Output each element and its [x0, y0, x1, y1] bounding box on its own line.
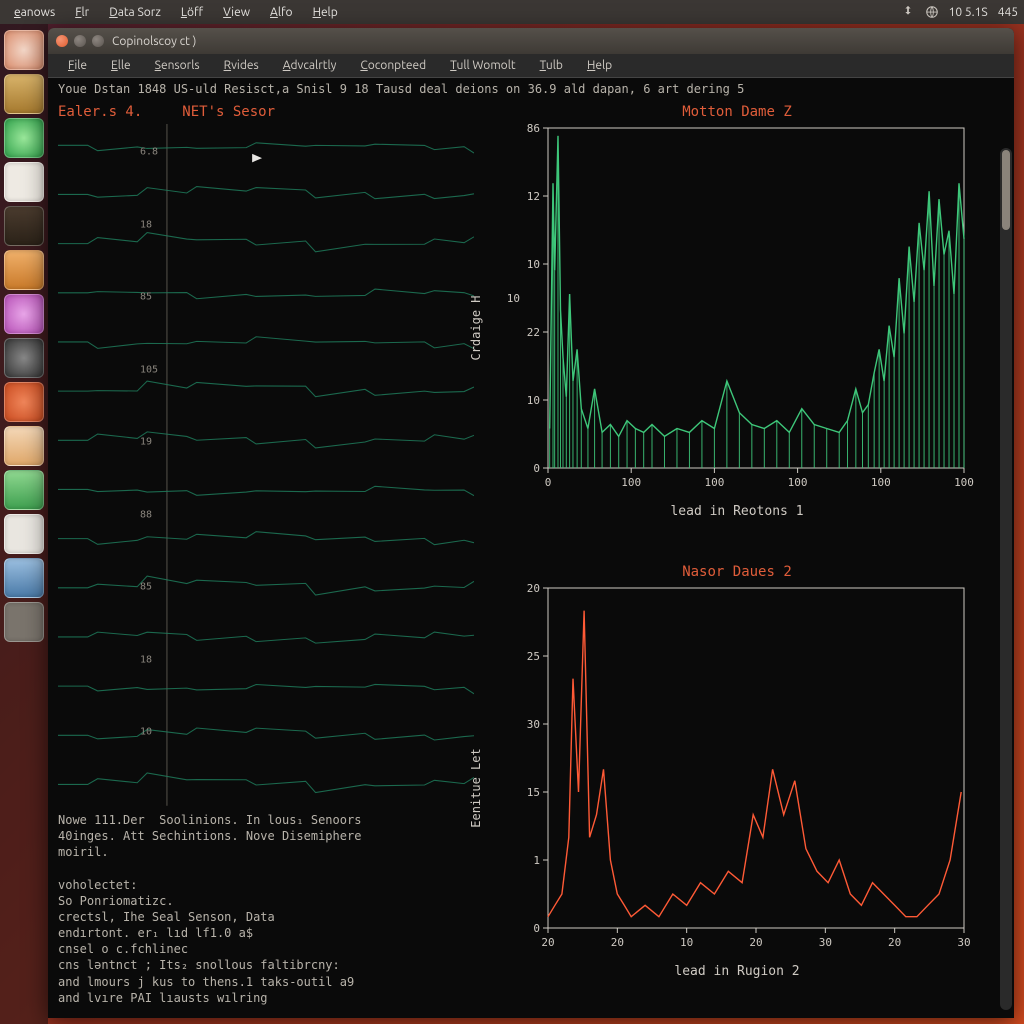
launcher-app[interactable]	[4, 250, 44, 290]
plot-top-xlabel: lead in Reotons 1	[482, 502, 992, 519]
menu-item[interactable]: Rvides	[214, 57, 269, 74]
os-menubar: eanows Flr Data Sorz Löff View Alfo Help…	[0, 0, 1024, 24]
svg-text:20: 20	[527, 582, 540, 595]
left-title-a: Ealer.s 4.	[58, 104, 142, 120]
launcher-app[interactable]	[4, 30, 44, 70]
indicator-icon[interactable]	[901, 5, 915, 19]
launcher-app[interactable]	[4, 338, 44, 378]
plot-top-ylabel: Crdaige H	[469, 295, 483, 360]
svg-text:30: 30	[957, 936, 970, 949]
launcher-app[interactable]	[4, 514, 44, 554]
launcher-app[interactable]	[4, 426, 44, 466]
launcher-app[interactable]	[4, 558, 44, 598]
svg-text:30: 30	[527, 718, 540, 731]
svg-text:100: 100	[621, 476, 641, 489]
svg-text:10: 10	[527, 394, 540, 407]
svg-text:20: 20	[541, 936, 554, 949]
plot-bottom: Nasor Daues 2 Eenitue Let 20201020302030…	[482, 562, 992, 1014]
os-menu-item[interactable]: View	[215, 4, 258, 21]
network-icon[interactable]	[925, 5, 939, 19]
os-menu-item[interactable]: eanows	[6, 4, 63, 21]
svg-text:20: 20	[611, 936, 624, 949]
svg-text:100: 100	[871, 476, 891, 489]
svg-text:100: 100	[788, 476, 808, 489]
plot-bottom-xlabel: lead in Rugion 2	[482, 962, 992, 979]
launcher-app[interactable]	[4, 118, 44, 158]
launcher	[0, 24, 48, 1024]
svg-text:86: 86	[527, 122, 540, 135]
launcher-app[interactable]	[4, 206, 44, 246]
app-menubar: File Elle Sensorls Rvides Advcalrtly Coc…	[48, 54, 1014, 78]
signal-traces: 6.818851051988851810	[58, 124, 474, 806]
svg-text:100: 100	[954, 476, 974, 489]
os-tray: 10 5.1S 445	[901, 5, 1018, 19]
plot-top: Motton Dame Z Crdaige H 0100100100100100…	[482, 102, 992, 554]
svg-text:10: 10	[527, 258, 540, 271]
launcher-app[interactable]	[4, 294, 44, 334]
status-line: Youe Dstan 1848 US-uld Resisct,a Snisl 9…	[48, 78, 1014, 98]
plot-bottom-canvas: 20 20 10 20 30 20 30 0 1 15 30 25 20	[482, 582, 992, 962]
launcher-app[interactable]	[4, 470, 44, 510]
svg-text:0: 0	[533, 922, 540, 935]
tray-extra: 445	[998, 6, 1018, 19]
svg-text:15: 15	[527, 786, 540, 799]
minimize-button[interactable]	[74, 35, 86, 47]
os-menu-item[interactable]: Alfo	[262, 4, 301, 21]
tray-time[interactable]: 10 5.1S	[949, 6, 988, 19]
maximize-button[interactable]	[92, 35, 104, 47]
svg-text:100: 100	[704, 476, 724, 489]
menu-item[interactable]: Coconpteed	[350, 57, 436, 74]
menu-help[interactable]: Help	[577, 57, 622, 74]
menu-item[interactable]: Advcalrtly	[273, 57, 347, 74]
svg-text:30: 30	[819, 936, 832, 949]
plot-bottom-ylabel: Eenitue Let	[469, 748, 483, 827]
plot-top-canvas: 0 100 100 100 100 100 0 10 22 10 12 86 10	[482, 122, 992, 502]
right-pane: Motton Dame Z Crdaige H 0100100100100100…	[478, 98, 1014, 1018]
plot-top-title: Motton Dame Z	[482, 102, 992, 122]
svg-text:20: 20	[749, 936, 762, 949]
os-menu-item[interactable]: Data Sorz	[101, 4, 169, 21]
svg-text:0: 0	[533, 462, 540, 475]
menu-item[interactable]: Tull Womolt	[440, 57, 525, 74]
menu-file[interactable]: File	[58, 57, 97, 74]
svg-text:10: 10	[507, 292, 520, 305]
svg-text:0: 0	[545, 476, 552, 489]
launcher-app[interactable]	[4, 162, 44, 202]
svg-text:10: 10	[680, 936, 693, 949]
content-area: Ealer.s 4. NET's Sesor 6.818851051988851…	[48, 98, 1014, 1018]
left-pane-titles: Ealer.s 4. NET's Sesor	[58, 102, 474, 124]
app-window: Copinolscoy ct ) File Elle Sensorls Rvid…	[48, 28, 1014, 1018]
svg-text:12: 12	[527, 190, 540, 203]
os-menu-item[interactable]: Löff	[173, 4, 211, 21]
plot-bottom-title: Nasor Daues 2	[482, 562, 992, 582]
scrollbar-thumb[interactable]	[1002, 150, 1010, 230]
menu-item[interactable]: Sensorls	[145, 57, 210, 74]
left-yticks: 6.818851051988851810	[140, 124, 170, 806]
window-title: Copinolscoy ct )	[112, 35, 196, 48]
launcher-app[interactable]	[4, 74, 44, 114]
close-button[interactable]	[56, 35, 68, 47]
os-menu-item[interactable]: Flr	[67, 4, 97, 21]
titlebar[interactable]: Copinolscoy ct )	[48, 28, 1014, 54]
left-pane: Ealer.s 4. NET's Sesor 6.818851051988851…	[48, 98, 478, 1018]
menu-item[interactable]: Tulb	[530, 57, 573, 74]
menu-item[interactable]: Elle	[101, 57, 141, 74]
window-controls	[56, 35, 104, 47]
os-menubar-left: eanows Flr Data Sorz Löff View Alfo Help	[6, 4, 346, 21]
os-menu-item[interactable]: Help	[305, 4, 346, 21]
svg-text:1: 1	[533, 854, 540, 867]
launcher-app[interactable]	[4, 382, 44, 422]
terminal-output: Nowe 111.Der Soolinions. In lous₁ Senoor…	[58, 806, 474, 1014]
left-title-b: NET's Sesor	[182, 104, 275, 120]
launcher-app[interactable]	[4, 602, 44, 642]
scrollbar[interactable]	[1000, 148, 1012, 1010]
svg-text:20: 20	[888, 936, 901, 949]
svg-text:22: 22	[527, 326, 540, 339]
svg-text:25: 25	[527, 650, 540, 663]
